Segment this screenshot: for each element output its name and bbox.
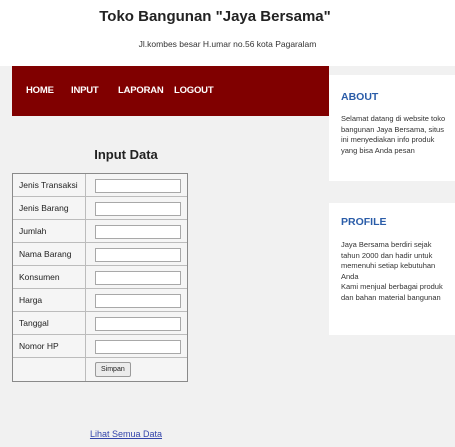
simpan-button[interactable]: Simpan	[95, 362, 131, 377]
nav-laporan-link[interactable]: LAPORAN	[118, 85, 164, 96]
form-row: Jenis Barang	[13, 196, 187, 219]
nama-barang-input[interactable]	[95, 248, 181, 262]
field-label-jenis-transaksi: Jenis Transaksi	[13, 174, 86, 196]
form-title: Input Data	[94, 147, 158, 162]
about-heading: ABOUT	[341, 91, 379, 103]
nav-home-link[interactable]: HOME	[26, 85, 54, 96]
field-label-tanggal: Tanggal	[13, 312, 86, 334]
about-box: ABOUT Selamat datang di website toko ban…	[329, 75, 455, 181]
main-navbar: HOME INPUT LAPORAN LOGOUT	[12, 66, 329, 116]
nav-input-link[interactable]: INPUT	[71, 85, 99, 96]
form-row: Nama Barang	[13, 242, 187, 265]
profile-text-2: Kami menjual berbagai produk dan bahan m…	[341, 282, 443, 302]
site-address: Jl.kombes besar H.umar no.56 kota Pagara…	[138, 39, 317, 49]
field-label-nomor-hp: Nomor HP	[13, 335, 86, 357]
form-row: Konsumen	[13, 265, 187, 288]
nomor-hp-input[interactable]	[95, 340, 181, 354]
profile-heading: PROFILE	[341, 216, 387, 228]
main-content: Input Data Jenis Transaksi Jenis Barang …	[12, 116, 329, 447]
form-row: Tanggal	[13, 311, 187, 334]
nav-logout-link[interactable]: LOGOUT	[174, 85, 214, 96]
field-label-jenis-barang: Jenis Barang	[13, 197, 86, 219]
site-title: Toko Bangunan "Jaya Bersama"	[99, 8, 331, 25]
form-submit-row: Simpan	[13, 357, 187, 381]
form-row: Jumlah	[13, 219, 187, 242]
view-all-data-link[interactable]: Lihat Semua Data	[12, 429, 240, 439]
konsumen-input[interactable]	[95, 271, 181, 285]
empty-cell	[13, 358, 86, 381]
form-row: Harga	[13, 288, 187, 311]
jumlah-input[interactable]	[95, 225, 181, 239]
jenis-transaksi-input[interactable]	[95, 179, 181, 193]
sidebar: ABOUT Selamat datang di website toko ban…	[329, 66, 455, 447]
field-label-konsumen: Konsumen	[13, 266, 86, 288]
harga-input[interactable]	[95, 294, 181, 308]
form-row: Jenis Transaksi	[13, 174, 187, 196]
form-row: Nomor HP	[13, 334, 187, 357]
profile-box: PROFILE Jaya Bersama berdiri sejak tahun…	[329, 203, 455, 335]
field-label-harga: Harga	[13, 289, 86, 311]
jenis-barang-input[interactable]	[95, 202, 181, 216]
site-header: Toko Bangunan "Jaya Bersama" Jl.kombes b…	[0, 0, 455, 66]
input-form-table: Jenis Transaksi Jenis Barang Jumlah Nama…	[12, 173, 188, 382]
tanggal-input[interactable]	[95, 317, 181, 331]
profile-text-1: Jaya Bersama berdiri sejak tahun 2000 da…	[341, 240, 436, 281]
about-text: Selamat datang di website toko bangunan …	[341, 114, 446, 155]
field-label-jumlah: Jumlah	[13, 220, 86, 242]
field-label-nama-barang: Nama Barang	[13, 243, 86, 265]
